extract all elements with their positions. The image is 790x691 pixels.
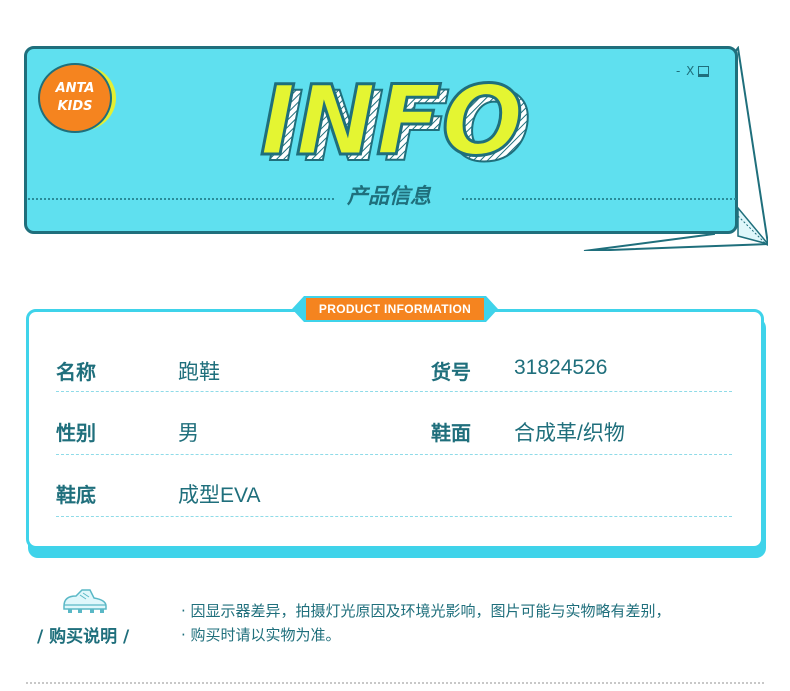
label-sole: 鞋底 — [56, 483, 96, 507]
row-divider — [56, 391, 732, 392]
maximize-icon[interactable] — [698, 65, 710, 77]
label-name: 名称 — [56, 360, 96, 384]
subtitle-divider-left — [28, 198, 334, 200]
row-divider — [56, 516, 732, 517]
value-name: 跑鞋 — [178, 361, 220, 384]
label-upper: 鞋面 — [431, 421, 471, 445]
bottom-divider — [26, 682, 764, 684]
product-info-card — [26, 309, 764, 549]
row-divider — [56, 454, 732, 455]
value-sole: 成型EVA — [178, 484, 261, 507]
sneaker-icon — [63, 589, 107, 613]
purchase-note: · 因显示器差异，拍摄灯光原因及环境光影响，图片可能与实物略有差别， — [181, 602, 671, 620]
value-gender: 男 — [178, 422, 199, 445]
subtitle-divider-right — [462, 198, 736, 200]
product-information-text: PRODUCT INFORMATION — [318, 302, 472, 316]
window-controls-text: - X — [676, 64, 696, 78]
info-title: INFO INFO — [259, 72, 533, 172]
anta-kids-logo: ANTA KIDS — [38, 63, 122, 133]
logo-line-2: KIDS — [57, 99, 93, 114]
info-title-text: INFO — [260, 72, 523, 172]
label-gender: 性别 — [56, 421, 96, 445]
logo-line-1: ANTA — [55, 81, 95, 96]
window-controls[interactable]: - X — [676, 64, 710, 78]
subtitle-text: 产品信息 — [347, 184, 431, 208]
value-item-number: 31824526 — [514, 356, 608, 379]
purchase-notes-title: / 购买说明 / — [37, 627, 130, 647]
purchase-note: · 购买时请以实物为准。 — [181, 626, 341, 644]
label-item-number: 货号 — [431, 360, 471, 384]
value-upper: 合成革/织物 — [514, 422, 625, 445]
product-information-label: PRODUCT INFORMATION — [292, 296, 498, 322]
